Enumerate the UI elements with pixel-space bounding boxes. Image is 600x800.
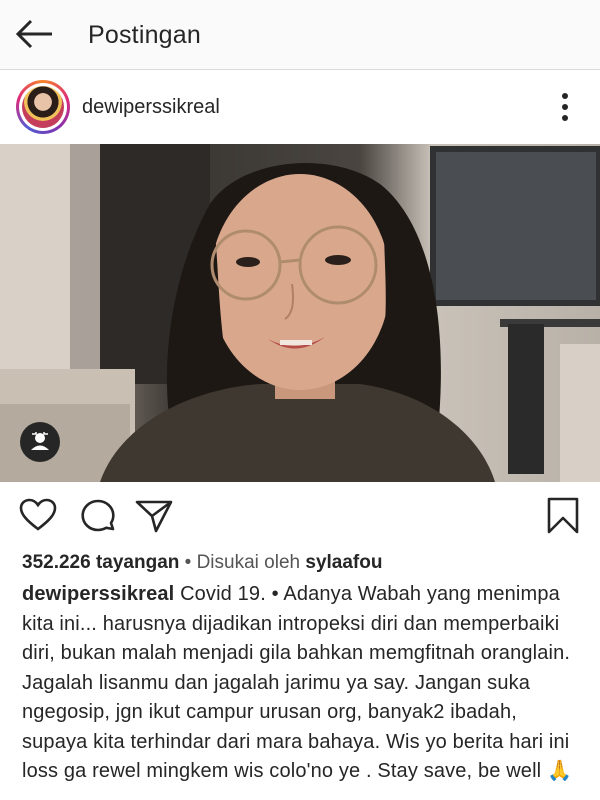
page-title: Postingan	[88, 21, 201, 49]
liked-by-user[interactable]: sylaafou	[305, 552, 382, 573]
video-frame	[0, 144, 600, 482]
send-icon	[135, 500, 173, 533]
top-bar: Postingan	[0, 0, 600, 70]
caption-username[interactable]: dewiperssikreal	[22, 583, 174, 605]
avatar[interactable]	[16, 80, 70, 134]
post-header: dewiperssikreal	[0, 70, 600, 144]
like-button[interactable]	[18, 496, 58, 536]
share-button[interactable]	[134, 496, 174, 536]
views-count[interactable]: 352.226 tayangan	[22, 552, 179, 573]
save-button[interactable]	[543, 496, 583, 536]
caption-text: Covid 19. • Adanya Wabah yang menimpa ki…	[22, 583, 573, 782]
more-options-button[interactable]	[548, 90, 582, 124]
post-caption: dewiperssikreal Covid 19. • Adanya Wabah…	[22, 580, 588, 787]
post-username[interactable]: dewiperssikreal	[82, 95, 220, 119]
back-button[interactable]	[14, 17, 56, 51]
action-bar	[0, 482, 600, 548]
bookmark-icon	[547, 497, 579, 534]
comment-icon	[81, 499, 115, 532]
post-video[interactable]	[0, 144, 600, 482]
arrow-left-icon	[15, 19, 52, 49]
views-likes-line: 352.226 tayangan • Disukai oleh sylaafou	[22, 551, 382, 575]
comment-button[interactable]	[78, 496, 118, 536]
vertical-dots-icon	[562, 93, 568, 121]
avatar-image	[22, 86, 64, 128]
user-tag-icon	[31, 432, 49, 450]
heart-icon	[19, 498, 57, 531]
liked-by-prefix: • Disukai oleh	[184, 552, 301, 573]
tag-button[interactable]	[20, 422, 60, 462]
